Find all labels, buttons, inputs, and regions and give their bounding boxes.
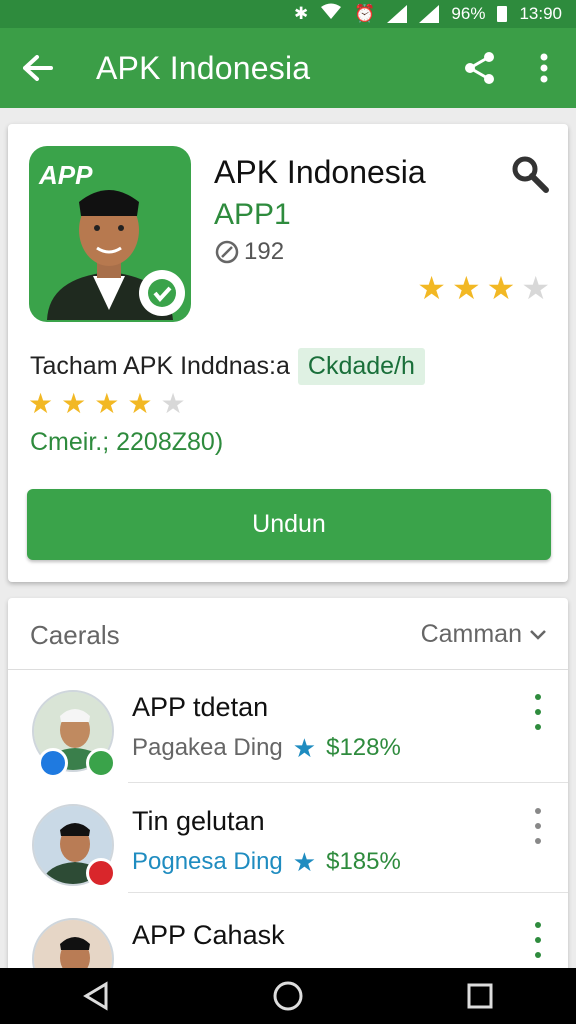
app-bar: APK Indonesia: [0, 28, 576, 108]
count-icon: [215, 240, 239, 264]
chevron-down-icon: [530, 629, 546, 640]
item-meta: Pognesa Ding ★ $185%: [132, 848, 401, 876]
verified-check-icon: [139, 270, 185, 316]
search-icon[interactable]: [510, 154, 554, 198]
rating-stars-small: ★ ★ ★ ★ ★: [28, 390, 186, 418]
alarm-icon: ⏰: [354, 4, 376, 23]
wifi-icon: [320, 3, 342, 26]
check-badge-icon: [86, 748, 116, 778]
item-sub-label: Pognesa Ding: [132, 848, 283, 875]
item-name: APP tdetan: [132, 692, 269, 722]
kebab-dot: [535, 952, 541, 958]
kebab-dot: [535, 922, 541, 928]
app-icon-brand: APP: [39, 160, 93, 190]
star-icon: ★: [486, 270, 516, 306]
kebab-dot: [535, 724, 541, 730]
list-item[interactable]: APP tdetan Pagakea Ding ★ $128%: [8, 670, 568, 778]
sort-dropdown[interactable]: Camman: [421, 620, 548, 649]
list-title: Caerals: [30, 620, 120, 650]
share-icon[interactable]: [448, 28, 512, 108]
download-count-value: 192: [244, 238, 285, 265]
star-icon: ★: [417, 270, 446, 306]
divider: [128, 892, 568, 893]
app-code: APP1: [214, 198, 291, 231]
related-list-card: Caerals Camman APP tdetan Pagakea Ding ★…: [8, 598, 568, 978]
comment-count[interactable]: Cmeir.; 2208Z80): [30, 428, 223, 457]
download-button[interactable]: Undun: [27, 489, 551, 560]
star-icon: ★: [292, 847, 317, 877]
back-triangle-icon[interactable]: [66, 968, 126, 1024]
rating-stars-top: ★ ★ ★ ★: [417, 272, 550, 304]
more-vert-icon[interactable]: [512, 28, 576, 108]
item-name: APP Cahask: [132, 920, 285, 950]
app-bar-title: APK Indonesia: [96, 49, 311, 86]
category-tag[interactable]: Ckdade/h: [297, 348, 425, 385]
more-vert-icon[interactable]: [528, 694, 548, 730]
star-icon: ★: [94, 388, 120, 419]
item-meta: Pagakea Ding ★ $128%: [132, 734, 401, 762]
app-icon: APP: [29, 146, 191, 322]
status-bar: ✱ ⏰ 96% 13:90: [0, 0, 576, 28]
item-stat: $128%: [326, 734, 401, 761]
status-badge-icon: [86, 858, 116, 888]
star-icon: ★: [160, 388, 186, 419]
list-item[interactable]: Tin gelutan Pognesa Ding ★ $185%: [8, 784, 568, 892]
signal-icon: [419, 5, 440, 23]
item-name: Tin gelutan: [132, 806, 265, 836]
download-count: 192: [214, 238, 284, 266]
kebab-dot: [535, 808, 541, 814]
star-icon: ★: [521, 270, 550, 306]
verified-badge-icon: [38, 748, 68, 778]
star-icon: ★: [61, 388, 87, 419]
bluetooth-icon: ✱: [294, 4, 309, 23]
list-header: Caerals Camman: [8, 598, 568, 670]
item-stat: $185%: [326, 848, 401, 875]
clock: 13:90: [519, 4, 562, 23]
battery-icon: [497, 6, 508, 22]
kebab-dot: [535, 823, 541, 829]
list-item[interactable]: APP Cahask: [8, 898, 568, 978]
system-nav-bar: [0, 968, 576, 1024]
kebab-dot: [535, 838, 541, 844]
divider: [128, 782, 568, 783]
kebab-dot: [535, 937, 541, 943]
kebab-dot: [535, 709, 541, 715]
kebab-dot: [535, 694, 541, 700]
more-vert-icon[interactable]: [528, 922, 548, 958]
star-icon: ★: [292, 733, 317, 763]
item-sub-label: Pagakea Ding: [132, 734, 283, 761]
star-icon: ★: [451, 270, 481, 306]
home-circle-icon[interactable]: [258, 968, 318, 1024]
star-icon: ★: [127, 388, 153, 419]
app-description: Tacham APK Inddnas:a: [30, 352, 290, 380]
app-detail-card: APP APK Indonesia APP1 192 ★ ★ ★ ★ Tacha…: [8, 124, 568, 582]
back-arrow-icon[interactable]: [0, 28, 76, 108]
description-row: Tacham APK Inddnas:a Ckdade/h: [30, 348, 425, 385]
star-icon: ★: [28, 388, 54, 419]
app-name: APK Indonesia: [214, 154, 426, 190]
sort-label: Camman: [420, 620, 522, 648]
signal-icon: [387, 5, 408, 23]
more-vert-icon[interactable]: [528, 808, 548, 844]
recents-square-icon[interactable]: [450, 968, 510, 1024]
battery-text: 96%: [451, 4, 486, 23]
